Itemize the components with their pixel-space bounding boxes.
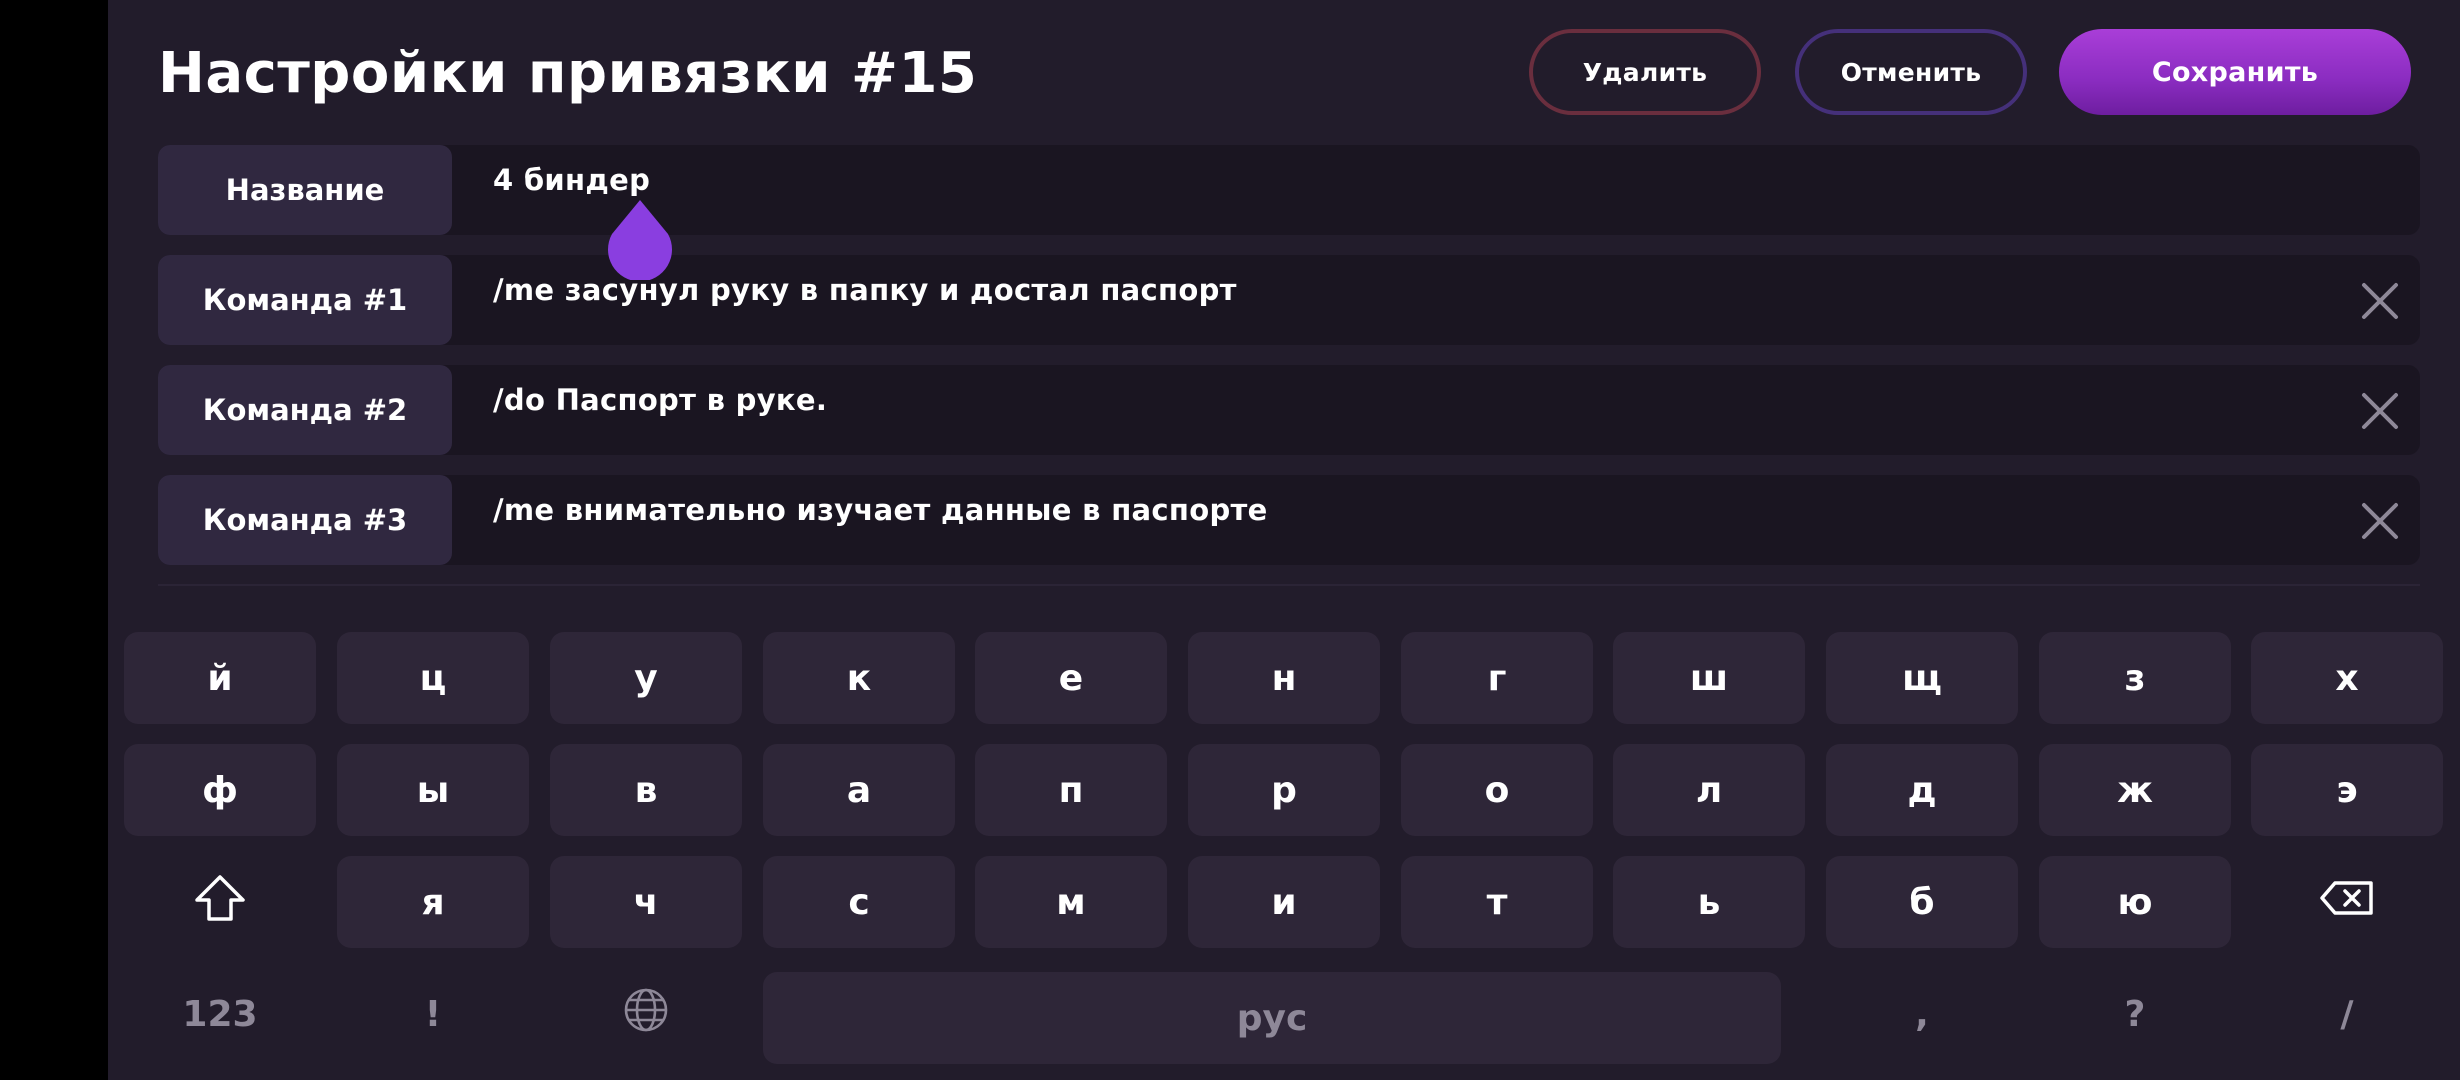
command-label-1: Команда #1: [158, 255, 452, 345]
key[interactable]: э: [2251, 744, 2443, 836]
key[interactable]: п: [975, 744, 1167, 836]
key[interactable]: и: [1188, 856, 1380, 948]
key[interactable]: ч: [550, 856, 742, 948]
binder-settings-screen: Настройки привязки #15 Удалить Отменить …: [108, 0, 2460, 1080]
key[interactable]: ю: [2039, 856, 2231, 948]
key[interactable]: с: [763, 856, 955, 948]
key[interactable]: ы: [337, 744, 529, 836]
key[interactable]: ц: [337, 632, 529, 724]
save-button[interactable]: Сохранить: [2059, 29, 2411, 115]
key[interactable]: е: [975, 632, 1167, 724]
name-input-value[interactable]: 4 биндер: [493, 163, 650, 197]
globe-icon: [623, 987, 669, 1042]
key[interactable]: а: [763, 744, 955, 836]
shift-icon: [194, 874, 246, 931]
key[interactable]: т: [1401, 856, 1593, 948]
key[interactable]: в: [550, 744, 742, 836]
backspace-key[interactable]: [2251, 856, 2443, 948]
key[interactable]: к: [763, 632, 955, 724]
key[interactable]: й: [124, 632, 316, 724]
key[interactable]: х: [2251, 632, 2443, 724]
key[interactable]: д: [1826, 744, 2018, 836]
key[interactable]: ь: [1613, 856, 1805, 948]
command-label-2: Команда #2: [158, 365, 452, 455]
command-input-value-2[interactable]: /do Паспорт в руке.: [493, 383, 827, 417]
numbers-key[interactable]: 123: [124, 968, 316, 1060]
name-row: Название 4 биндер: [158, 145, 2420, 235]
key[interactable]: я: [337, 856, 529, 948]
key[interactable]: о: [1401, 744, 1593, 836]
name-label: Название: [158, 145, 452, 235]
list-divider: [158, 584, 2420, 586]
slash-key[interactable]: /: [2251, 968, 2443, 1060]
key[interactable]: л: [1613, 744, 1805, 836]
key[interactable]: у: [550, 632, 742, 724]
shift-key[interactable]: [124, 856, 316, 948]
key[interactable]: щ: [1826, 632, 2018, 724]
key[interactable]: м: [975, 856, 1167, 948]
key[interactable]: н: [1188, 632, 1380, 724]
delete-button[interactable]: Удалить: [1529, 29, 1761, 115]
close-icon[interactable]: [2358, 279, 2402, 323]
key[interactable]: б: [1826, 856, 2018, 948]
close-icon[interactable]: [2358, 389, 2402, 433]
command-row-1: Команда #1 /me засунул руку в папку и до…: [158, 255, 2420, 345]
comma-key[interactable]: ,: [1826, 968, 2018, 1060]
command-input-value-1[interactable]: /me засунул руку в папку и достал паспор…: [493, 273, 1237, 307]
key[interactable]: з: [2039, 632, 2231, 724]
key[interactable]: г: [1401, 632, 1593, 724]
page-title: Настройки привязки #15: [158, 41, 978, 106]
command-input-value-3[interactable]: /me внимательно изучает данные в паспорт…: [493, 493, 1268, 527]
key[interactable]: ж: [2039, 744, 2231, 836]
backspace-icon: [2319, 880, 2375, 925]
key[interactable]: ф: [124, 744, 316, 836]
key[interactable]: р: [1188, 744, 1380, 836]
exclaim-key[interactable]: !: [337, 968, 529, 1060]
language-key[interactable]: [550, 968, 742, 1060]
space-key[interactable]: рус: [763, 972, 1781, 1064]
text-cursor-handle[interactable]: [606, 198, 674, 282]
on-screen-keyboard: й ц у к е н г ш щ з х ф ы в а п р о л д …: [108, 620, 2460, 1080]
close-icon[interactable]: [2358, 499, 2402, 543]
cancel-button[interactable]: Отменить: [1795, 29, 2027, 115]
key[interactable]: ш: [1613, 632, 1805, 724]
command-row-2: Команда #2 /do Паспорт в руке.: [158, 365, 2420, 455]
command-label-3: Команда #3: [158, 475, 452, 565]
command-row-3: Команда #3 /me внимательно изучает данны…: [158, 475, 2420, 565]
question-key[interactable]: ?: [2039, 968, 2231, 1060]
